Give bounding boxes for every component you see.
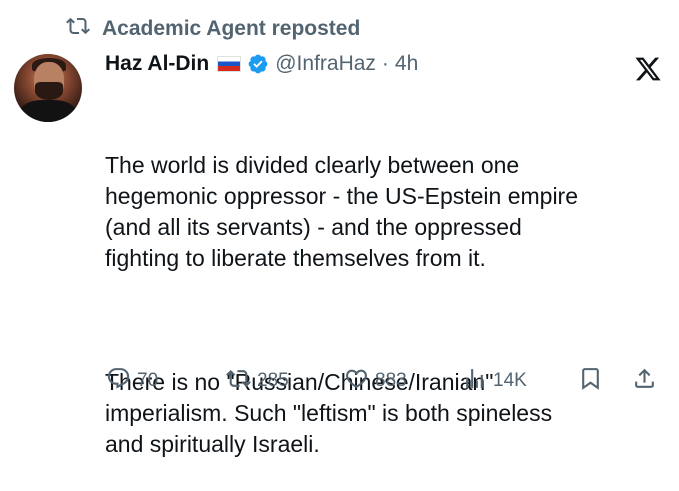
repost-button[interactable]: 285 [226, 366, 289, 396]
action-bar: 70 285 883 14K [0, 366, 679, 396]
like-icon [344, 366, 369, 397]
timestamp[interactable]: 4h [395, 52, 418, 76]
author-name[interactable]: Haz Al-Din [105, 52, 209, 76]
bookmark-icon [578, 366, 603, 397]
repost-icon [66, 14, 90, 44]
like-button[interactable]: 883 [344, 366, 407, 396]
views-count: 14K [493, 370, 527, 391]
tweet-header: Haz Al-Din @InfraHaz · 4h [105, 52, 418, 76]
repost-count: 285 [257, 370, 289, 391]
share-icon [632, 366, 657, 397]
x-logo-icon [634, 55, 662, 83]
views-icon [462, 366, 487, 397]
repost-icon [226, 366, 251, 397]
author-handle[interactable]: @InfraHaz [275, 52, 376, 76]
avatar[interactable] [14, 54, 82, 122]
repost-indicator[interactable]: Academic Agent reposted [66, 14, 360, 44]
views-button[interactable]: 14K [462, 366, 527, 396]
tweet-text: The world is divided clearly between one… [105, 88, 665, 491]
tweet-paragraph: The world is divided clearly between one… [105, 152, 579, 271]
verified-badge-icon[interactable] [247, 53, 269, 75]
reply-icon [106, 366, 131, 397]
reply-button[interactable]: 70 [106, 366, 158, 396]
reply-count: 70 [137, 370, 159, 391]
like-count: 883 [375, 370, 407, 391]
share-button[interactable] [632, 366, 657, 396]
bookmark-button[interactable] [578, 366, 603, 396]
flag-russia-icon [217, 56, 242, 72]
repost-label: Academic Agent reposted [102, 17, 361, 40]
separator-dot: · [381, 52, 389, 75]
